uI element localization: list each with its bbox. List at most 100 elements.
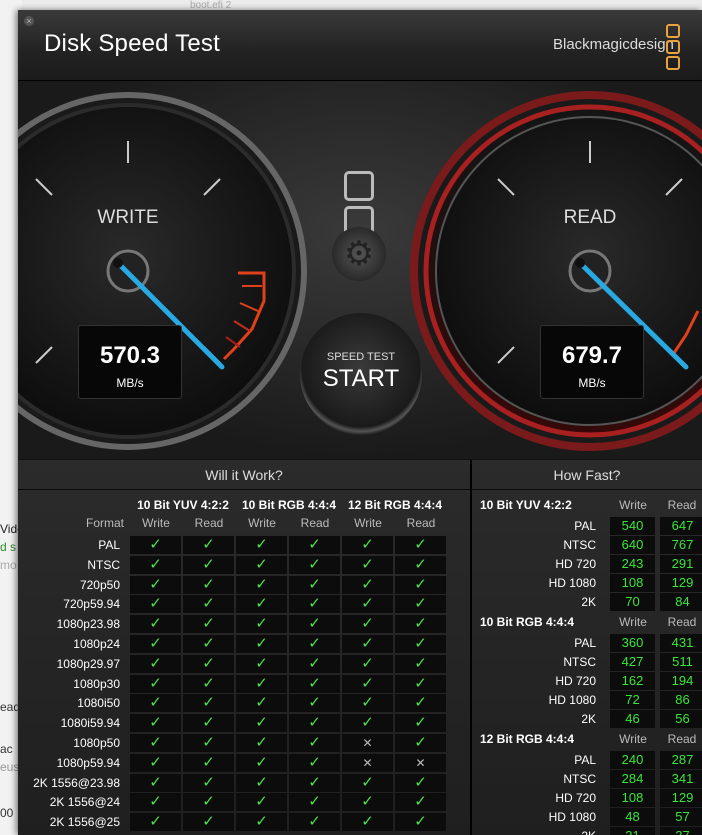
- resolution-label: 2K: [472, 827, 596, 835]
- start-button-label: START: [322, 365, 400, 392]
- disk-speed-test-window: × Disk Speed Test Blackmagicdesign WRITE…: [18, 10, 702, 835]
- cross-icon: ✕: [342, 734, 393, 752]
- gauge-area: WRITE READ 570.3 MB/s 679.7 MB/s ⚙ SPEED…: [18, 81, 702, 459]
- format-label: 1080p59.94: [56, 755, 120, 770]
- resolution-label: PAL: [574, 636, 596, 650]
- write-speed-value: 570.3: [99, 342, 161, 369]
- check-icon: ✓: [342, 793, 393, 812]
- read-speed-unit: MB/s: [578, 376, 606, 390]
- check-icon: ✓: [183, 555, 234, 574]
- format-label: 1080p23.98: [56, 617, 120, 632]
- resolution-label: 2K: [581, 712, 596, 726]
- check-icon: ✓: [342, 674, 393, 693]
- write-column-header: Write: [248, 516, 276, 530]
- check-icon: ✓: [395, 813, 446, 832]
- check-icon: ✓: [183, 595, 234, 614]
- table-row: 720p59.94 ✓ ✓ ✓ ✓ ✓ ✓: [24, 595, 460, 614]
- format-label: NTSC: [87, 557, 120, 572]
- close-button[interactable]: ×: [24, 16, 34, 26]
- resolution-label: PAL: [574, 519, 596, 533]
- check-icon: ✓: [236, 595, 287, 614]
- will-it-work-title: Will it Work?: [205, 467, 283, 483]
- write-column-header: Write: [142, 516, 170, 530]
- start-button[interactable]: SPEED TEST START: [300, 313, 422, 435]
- read-fps-value: 341: [660, 770, 702, 788]
- check-icon: ✓: [289, 793, 340, 812]
- how-fast-group-header: 10 Bit YUV 4:2:2: [480, 498, 572, 512]
- format-label: 2K 1556@24: [49, 795, 120, 810]
- read-fps-value: 84: [660, 593, 702, 611]
- check-icon: ✓: [342, 714, 393, 733]
- panel-divider: [472, 489, 702, 490]
- app-title: Disk Speed Test: [44, 30, 220, 57]
- check-icon: ✓: [183, 753, 234, 772]
- resolution-label: HD 1080: [548, 693, 596, 707]
- check-icon: ✓: [236, 674, 287, 693]
- check-icon: ✓: [130, 615, 181, 634]
- check-icon: ✓: [183, 714, 234, 733]
- check-icon: ✓: [130, 714, 181, 733]
- check-icon: ✓: [289, 654, 340, 673]
- check-icon: ✓: [130, 595, 181, 614]
- check-icon: ✓: [342, 694, 393, 713]
- check-icon: ✓: [183, 674, 234, 693]
- title-bar[interactable]: × Disk Speed Test Blackmagicdesign: [18, 10, 702, 81]
- resolution-label: NTSC: [563, 772, 596, 786]
- format-label: 1080p50: [73, 736, 120, 750]
- how-fast-row: HD 720 162 194: [472, 672, 702, 691]
- check-icon: ✓: [236, 753, 287, 772]
- check-icon: ✓: [395, 714, 446, 733]
- how-fast-group-header: 10 Bit RGB 4:4:4: [480, 615, 575, 629]
- how-fast-row: 2K 31 37: [472, 827, 702, 835]
- check-icon: ✓: [289, 753, 340, 772]
- check-icon: ✓: [183, 813, 234, 832]
- format-label: 1080p29.97: [56, 656, 120, 671]
- check-icon: ✓: [289, 813, 340, 832]
- format-label: 720p59.94: [63, 597, 120, 612]
- format-label: PAL: [98, 538, 120, 552]
- check-icon: ✓: [342, 635, 393, 653]
- read-speed-value: 679.7: [561, 342, 623, 369]
- table-row: 720p50 ✓ ✓ ✓ ✓ ✓ ✓: [24, 575, 460, 595]
- format-label: 1080i59.94: [60, 716, 120, 731]
- read-column-header: Read: [667, 498, 697, 512]
- table-row: PAL ✓ ✓ ✓ ✓ ✓ ✓: [24, 536, 460, 555]
- check-icon: ✓: [236, 714, 287, 733]
- check-icon: ✓: [130, 793, 181, 812]
- how-fast-row: NTSC 284 341: [472, 770, 702, 789]
- check-icon: ✓: [130, 555, 181, 574]
- check-icon: ✓: [395, 536, 446, 554]
- check-icon: ✓: [183, 654, 234, 673]
- table-row: 1080p29.97 ✓ ✓ ✓ ✓ ✓ ✓: [24, 654, 460, 674]
- check-icon: ✓: [342, 595, 393, 614]
- check-icon: ✓: [342, 813, 393, 832]
- read-column-header: Read: [667, 615, 697, 629]
- check-icon: ✓: [395, 773, 446, 792]
- check-icon: ✓: [289, 773, 340, 792]
- how-fast-row: PAL 240 287: [472, 751, 702, 770]
- resolution-label: PAL: [574, 753, 596, 767]
- check-icon: ✓: [395, 555, 446, 574]
- read-fps-value: 37: [660, 827, 702, 835]
- read-fps-value: 647: [660, 517, 702, 535]
- check-icon: ✓: [236, 575, 287, 594]
- write-speed-unit: MB/s: [116, 376, 144, 390]
- background-text-fragment: ac: [0, 742, 13, 756]
- write-fps-value: 72: [610, 691, 655, 709]
- check-icon: ✓: [289, 635, 340, 653]
- write-fps-value: 162: [610, 672, 655, 690]
- format-label: 2K 1556@25: [49, 815, 120, 830]
- check-icon: ✓: [183, 575, 234, 594]
- write-fps-value: 240: [610, 751, 655, 769]
- check-icon: ✓: [130, 753, 181, 772]
- format-label: 1080p24: [73, 637, 120, 651]
- format-label: 720p50: [79, 577, 120, 592]
- how-fast-group-header: 12 Bit RGB 4:4:4: [480, 732, 575, 746]
- read-column-header: Read: [667, 732, 697, 746]
- resolution-label: 2K: [581, 595, 596, 609]
- check-icon: ✓: [289, 674, 340, 693]
- settings-gear-button[interactable]: ⚙: [332, 227, 386, 281]
- write-speed-readout: 570.3 MB/s: [78, 325, 182, 399]
- check-icon: ✓: [183, 694, 234, 713]
- background-text-fragment: 00: [0, 806, 14, 820]
